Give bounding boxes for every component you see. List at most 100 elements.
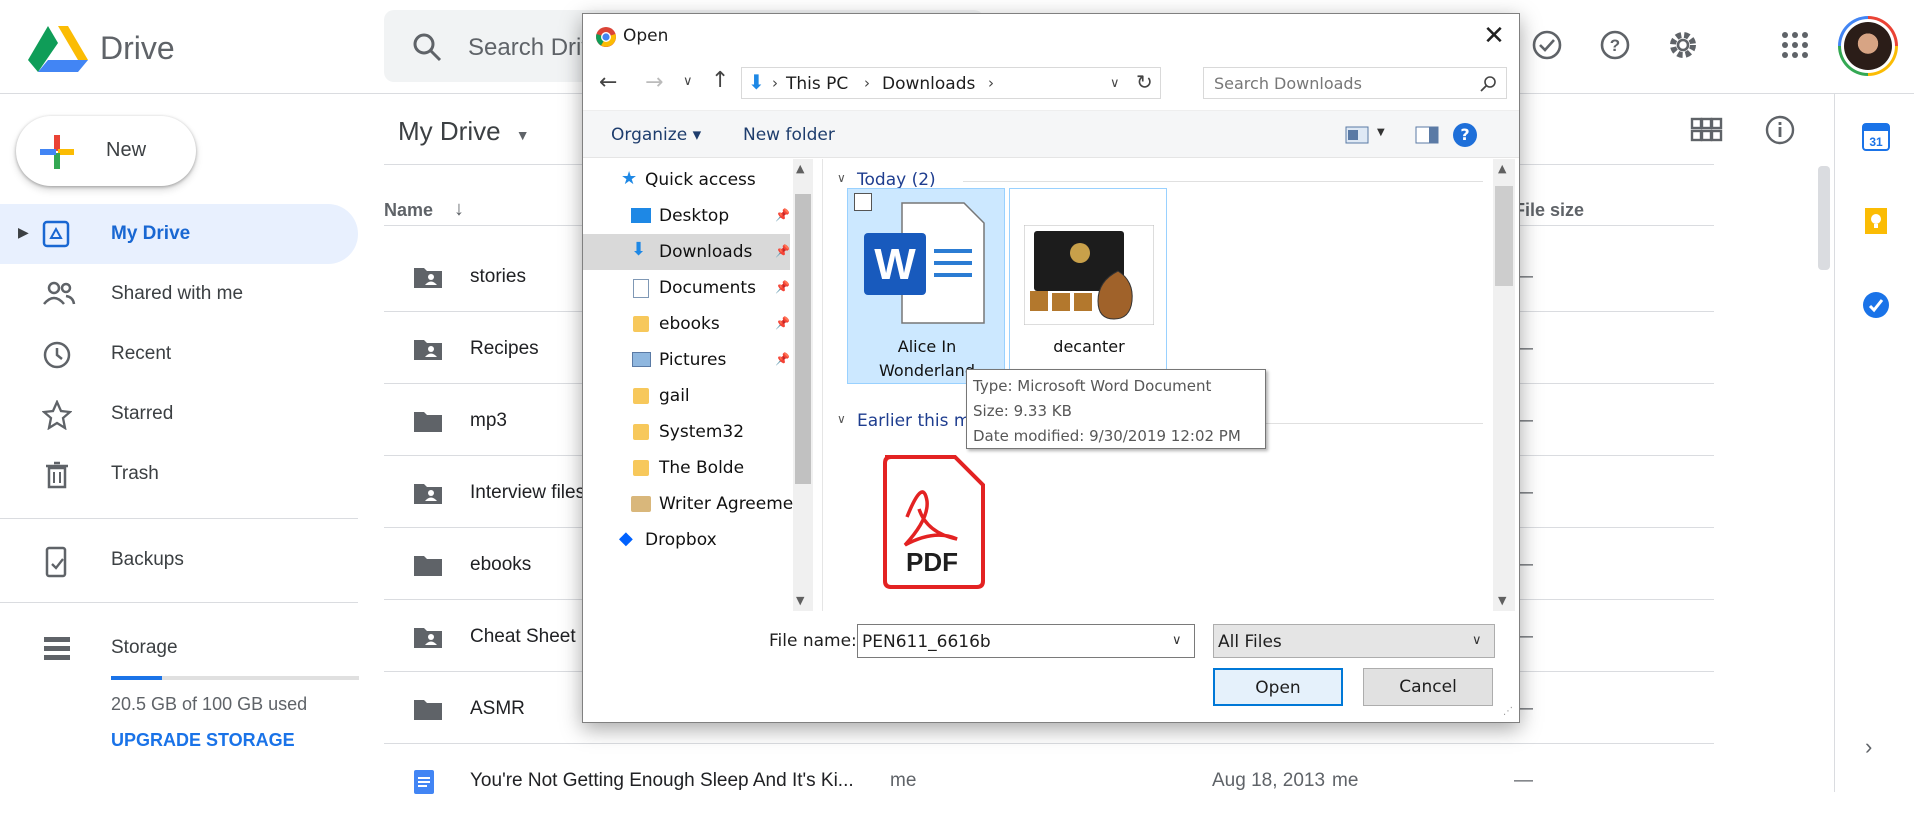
pin-icon[interactable]: 📌: [775, 208, 790, 222]
pin-icon[interactable]: 📌: [775, 352, 790, 366]
main-scrollbar[interactable]: [1818, 166, 1830, 270]
nav-system32[interactable]: System32: [583, 414, 823, 450]
nav-quick-access[interactable]: ★ Quick access: [583, 162, 823, 198]
info-icon[interactable]: [1764, 114, 1796, 146]
nav-pane-scroll-thumb[interactable]: [795, 194, 811, 484]
nav-documents[interactable]: Documents 📌: [583, 270, 823, 306]
app-brand[interactable]: Drive: [100, 30, 175, 67]
nav-desktop[interactable]: Desktop 📌: [583, 198, 823, 234]
back-arrow-icon[interactable]: ←: [599, 70, 617, 95]
view-dropdown-icon[interactable]: ▼: [1377, 127, 1385, 138]
upgrade-storage-link[interactable]: UPGRADE STORAGE: [111, 730, 295, 751]
tooltip-date: Date modified: 9/30/2019 12:02 PM: [973, 427, 1241, 445]
breadcrumb-downloads[interactable]: Downloads: [882, 74, 975, 94]
table-row[interactable]: You're Not Getting Enough Sleep And It's…: [384, 744, 1714, 816]
shared-folder-icon: [414, 268, 442, 288]
sidebar-item-recent[interactable]: Recent: [0, 324, 358, 384]
star-icon: [42, 400, 72, 430]
new-folder-button[interactable]: New folder: [743, 125, 835, 145]
dialog-search-input[interactable]: Search Downloads: [1203, 67, 1507, 99]
sort-arrow-icon[interactable]: ↓: [454, 198, 464, 221]
page-title[interactable]: My Drive ▼: [398, 116, 530, 147]
nav-the-bolde[interactable]: The Bolde: [583, 450, 823, 486]
pin-icon[interactable]: 📌: [775, 244, 790, 258]
dialog-toolbar: Organize ▾ New folder ▼ ?: [583, 110, 1519, 158]
apps-grid-icon[interactable]: [1778, 28, 1812, 62]
sidebar-item-my-drive[interactable]: ▶ My Drive: [0, 204, 358, 264]
sidebar-item-storage[interactable]: Storage: [0, 618, 358, 678]
offline-ready-icon[interactable]: [1530, 28, 1564, 62]
file-type-select[interactable]: All Files ∨: [1213, 624, 1495, 658]
file-tile-alice[interactable]: W Alice In Wonderland: [847, 188, 1005, 384]
forward-arrow-icon[interactable]: →: [645, 70, 663, 95]
tasks-icon[interactable]: [1861, 290, 1891, 320]
scroll-up-icon[interactable]: ▲: [796, 162, 804, 175]
breadcrumb-this-pc[interactable]: This PC: [786, 74, 848, 94]
gear-icon[interactable]: [1666, 28, 1700, 62]
nav-writer-agreement[interactable]: Writer Agreemen: [583, 486, 823, 522]
nav-dropbox[interactable]: ◆ Dropbox: [583, 522, 823, 558]
view-options-icon[interactable]: [1345, 125, 1369, 145]
nav-ebooks[interactable]: ebooks 📌: [583, 306, 823, 342]
shared-folder-icon: [414, 340, 442, 360]
cancel-button[interactable]: Cancel: [1363, 668, 1493, 706]
pin-icon[interactable]: 📌: [775, 280, 790, 294]
sidebar-item-trash[interactable]: Trash: [0, 444, 358, 504]
file-info-tooltip: Type: Microsoft Word Document Size: 9.33…: [966, 369, 1266, 449]
open-button[interactable]: Open: [1213, 668, 1343, 706]
group-today[interactable]: Today (2): [857, 170, 936, 190]
nav-label: Pictures: [659, 350, 727, 370]
collapse-group-icon[interactable]: ∨: [837, 412, 846, 426]
nav-pictures[interactable]: Pictures 📌: [583, 342, 823, 378]
scroll-up-icon[interactable]: ▲: [1498, 162, 1506, 175]
scroll-down-icon[interactable]: ▼: [1498, 594, 1506, 607]
help-icon[interactable]: ?: [1453, 123, 1477, 147]
nav-gail[interactable]: gail: [583, 378, 823, 414]
refresh-icon[interactable]: ↻: [1136, 70, 1153, 94]
sidebar-item-backups[interactable]: Backups: [0, 530, 358, 590]
sidebar-item-starred[interactable]: Starred: [0, 384, 358, 444]
organize-menu[interactable]: Organize ▾: [611, 125, 701, 145]
svg-text:?: ?: [1610, 36, 1620, 55]
nav-label: Writer Agreemen: [659, 494, 805, 514]
collapse-group-icon[interactable]: ∨: [837, 171, 846, 185]
nav-downloads[interactable]: ⬇ Downloads 📌: [583, 234, 790, 270]
tooltip-size: Size: 9.33 KB: [973, 402, 1072, 420]
chevron-down-icon[interactable]: ∨: [1172, 633, 1182, 648]
file-name-input[interactable]: PEN611_6616b ∨: [857, 624, 1195, 658]
dialog-close-button[interactable]: ✕: [1469, 14, 1519, 58]
row-name: mp3: [470, 410, 507, 431]
column-name[interactable]: Name: [384, 200, 433, 221]
account-avatar[interactable]: [1838, 16, 1898, 76]
grid-view-icon[interactable]: [1690, 116, 1724, 144]
address-dropdown-icon[interactable]: ∨: [1110, 76, 1120, 91]
new-button[interactable]: New: [16, 116, 196, 186]
storage-used-text: 20.5 GB of 100 GB used: [111, 694, 308, 714]
preview-pane-icon[interactable]: [1415, 125, 1439, 145]
pin-icon[interactable]: 📌: [775, 316, 790, 330]
expand-arrow-icon[interactable]: ▶: [18, 224, 29, 241]
clock-icon: [43, 341, 71, 369]
chevron-right-icon[interactable]: ›: [1865, 734, 1872, 760]
drive-logo-icon[interactable]: [28, 26, 88, 77]
resize-grip-icon[interactable]: ⋰: [1503, 706, 1513, 717]
folder-icon: [414, 556, 442, 576]
up-arrow-icon[interactable]: ↑: [711, 68, 729, 93]
file-name: decanter: [1053, 337, 1125, 356]
file-tile-decanter[interactable]: decanter: [1009, 188, 1167, 384]
recent-locations-icon[interactable]: ∨: [683, 74, 693, 89]
file-list-scroll-thumb[interactable]: [1495, 186, 1513, 286]
address-bar[interactable]: ⬇ › This PC › Downloads › ∨ ↻: [741, 67, 1161, 99]
sidebar-item-shared[interactable]: Shared with me: [0, 264, 358, 324]
trash-icon: [46, 461, 68, 489]
search-icon[interactable]: [1480, 76, 1496, 92]
pdf-file-icon[interactable]: PDF: [877, 455, 987, 589]
search-icon[interactable]: [412, 32, 442, 62]
scroll-down-icon[interactable]: ▼: [796, 594, 804, 607]
shared-folder-icon: [414, 628, 442, 648]
calendar-icon[interactable]: 31: [1861, 122, 1891, 152]
column-file-size[interactable]: File size: [1514, 200, 1584, 221]
keep-icon[interactable]: [1861, 206, 1891, 236]
help-icon[interactable]: ?: [1598, 28, 1632, 62]
row-date: Aug 18, 2013: [1212, 770, 1326, 791]
